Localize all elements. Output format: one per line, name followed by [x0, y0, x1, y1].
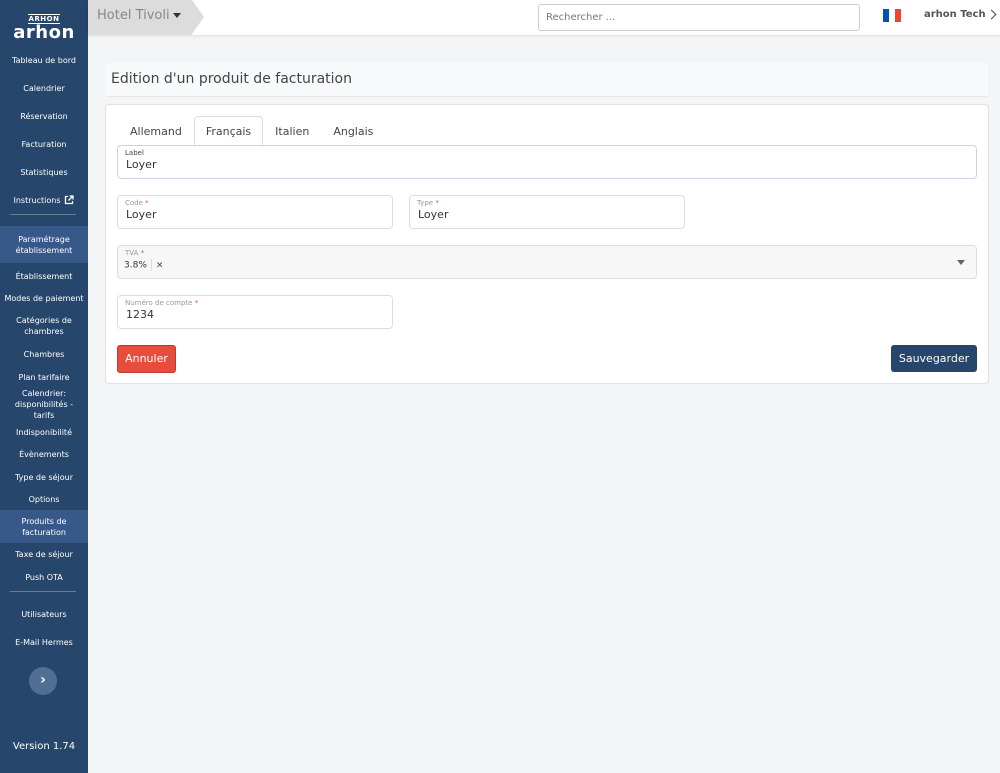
chevron-right-icon: › — [40, 672, 46, 688]
caret-down-icon — [172, 13, 181, 18]
code-field-label: Code — [125, 199, 143, 207]
sidebar-divider — [10, 214, 76, 215]
type-field[interactable]: Type * Loyer — [409, 195, 685, 229]
sidebar-item-label: Réservation — [20, 111, 68, 121]
sidebar-item-events[interactable]: Évènements — [0, 446, 88, 462]
sidebar-item-label: Chambres — [23, 349, 65, 359]
sidebar-item-label: Produits de facturation — [21, 516, 67, 537]
sidebar-toggle-button[interactable]: › — [29, 667, 57, 695]
label-field-label: Label — [125, 149, 144, 157]
account-number-field[interactable]: Numéro de compte * 1234 — [117, 295, 393, 329]
page-header: Edition d'un produit de facturation — [106, 63, 988, 97]
chevron-right-icon[interactable] — [986, 9, 997, 20]
sidebar-item-calendar[interactable]: Calendrier — [0, 80, 88, 96]
sidebar-item-label: Type de séjour — [14, 472, 74, 482]
app-version: Version 1.74 — [12, 741, 76, 752]
required-mark: * — [194, 299, 199, 307]
sidebar-item-label: Catégories de chambres — [16, 316, 72, 336]
type-field-label: Type — [417, 199, 434, 207]
user-menu[interactable]: arhon Tech — [924, 9, 986, 20]
sidebar-item-label: Push OTA — [25, 572, 63, 582]
cancel-button[interactable]: Annuler — [117, 345, 176, 373]
french-flag-icon[interactable] — [883, 9, 901, 22]
tab-italian[interactable]: Italien — [263, 116, 321, 146]
sidebar-item-tourist-tax[interactable]: Taxe de séjour — [0, 546, 88, 562]
hotel-selector[interactable]: Hotel Tivoli — [88, 0, 192, 35]
required-mark: * — [435, 199, 439, 207]
sidebar-item-billing-products[interactable]: Produits de facturation — [0, 510, 88, 543]
sidebar-item-label: Instructions — [13, 195, 61, 205]
logo-main-text: arhon — [13, 22, 75, 43]
tab-english[interactable]: Anglais — [321, 116, 385, 146]
language-tabs: Allemand Français Italien Anglais — [118, 116, 385, 146]
hotel-selector-arrow — [192, 0, 204, 34]
sidebar-item-unavailability[interactable]: Indisponibilité — [0, 424, 88, 440]
search-input[interactable] — [538, 4, 860, 31]
sidebar-item-room-categories[interactable]: Catégories de chambres — [0, 314, 88, 338]
caret-down-icon[interactable] — [957, 260, 965, 265]
sidebar-item-rate-plan[interactable]: Plan tarifaire — [0, 369, 88, 385]
external-link-icon — [65, 195, 75, 205]
page-title: Edition d'un produit de facturation — [111, 71, 352, 87]
account-number-value: 1234 — [126, 308, 154, 321]
type-field-value: Loyer — [418, 208, 449, 221]
sidebar-divider — [10, 591, 76, 592]
code-field-value: Loyer — [126, 208, 157, 221]
chip-divider — [150, 259, 152, 271]
sidebar-item-push-ota[interactable]: Push OTA — [0, 569, 88, 585]
code-field[interactable]: Code * Loyer — [117, 195, 393, 229]
sidebar-item-label: Indisponibilité — [16, 427, 72, 437]
remove-tag-icon[interactable]: × — [156, 261, 164, 271]
sidebar-item-payment-modes[interactable]: Modes de paiement — [0, 290, 88, 306]
sidebar-item-rooms[interactable]: Chambres — [0, 346, 88, 362]
tab-german[interactable]: Allemand — [118, 116, 194, 146]
sidebar-item-label: Paramétrage établissement — [15, 234, 73, 255]
tab-french[interactable]: Français — [193, 116, 264, 146]
sidebar-item-label: Évènements — [19, 449, 69, 459]
tva-field-label: TVA — [125, 249, 139, 257]
sidebar-item-label: Calendrier: disponibilités - tarifs — [14, 388, 74, 420]
tva-select[interactable]: TVA * 3.8% × — [117, 245, 977, 279]
sidebar-item-stay-type[interactable]: Type de séjour — [0, 469, 88, 485]
sidebar: ARHON arhon Tableau de bord Calendrier R… — [0, 0, 88, 773]
sidebar-item-label: Tableau de bord — [12, 55, 76, 65]
sidebar-item-billing[interactable]: Facturation — [0, 136, 88, 152]
label-field[interactable]: Label Loyer — [117, 145, 977, 179]
topbar: Hotel Tivoli arhon Tech — [88, 0, 1000, 35]
required-mark: * — [145, 199, 149, 207]
hotel-name: Hotel Tivoli — [97, 8, 170, 23]
sidebar-item-dashboard[interactable]: Tableau de bord — [0, 52, 88, 68]
sidebar-item-reservation[interactable]: Réservation — [0, 108, 88, 124]
sidebar-item-label: Calendrier — [23, 83, 65, 93]
sidebar-item-instructions[interactable]: Instructions — [0, 192, 88, 208]
required-mark: * — [140, 249, 145, 257]
tva-tag: 3.8% × — [124, 259, 163, 271]
sidebar-section-settings[interactable]: Paramétrage établissement — [0, 226, 88, 263]
sidebar-item-availability-calendar[interactable]: Calendrier: disponibilités - tarifs — [0, 389, 88, 420]
sidebar-item-options[interactable]: Options — [0, 491, 88, 507]
flag-stripe-red — [895, 9, 901, 22]
sidebar-item-label: Modes de paiement — [4, 293, 84, 303]
sidebar-item-label: Taxe de séjour — [15, 549, 73, 559]
account-number-label: Numéro de compte — [125, 299, 193, 307]
sidebar-item-label: E-Mail Hermes — [15, 637, 73, 647]
sidebar-item-label: Statistiques — [20, 167, 68, 177]
brand-logo[interactable]: ARHON arhon — [0, 6, 88, 42]
form-card: Allemand Français Italien Anglais Label … — [105, 104, 989, 384]
sidebar-item-email-hermes[interactable]: E-Mail Hermes — [0, 634, 88, 650]
sidebar-item-label: Utilisateurs — [21, 609, 67, 619]
sidebar-item-label: Plan tarifaire — [18, 372, 70, 382]
sidebar-item-label: Établissement — [15, 271, 73, 281]
label-field-value: Loyer — [126, 158, 157, 171]
tva-tag-value: 3.8% — [124, 260, 147, 271]
sidebar-item-statistics[interactable]: Statistiques — [0, 164, 88, 180]
sidebar-item-establishment[interactable]: Établissement — [0, 268, 88, 284]
sidebar-item-label: Options — [28, 494, 60, 504]
save-button[interactable]: Sauvegarder — [891, 345, 977, 372]
sidebar-item-label: Facturation — [21, 139, 67, 149]
sidebar-item-users[interactable]: Utilisateurs — [0, 606, 88, 622]
